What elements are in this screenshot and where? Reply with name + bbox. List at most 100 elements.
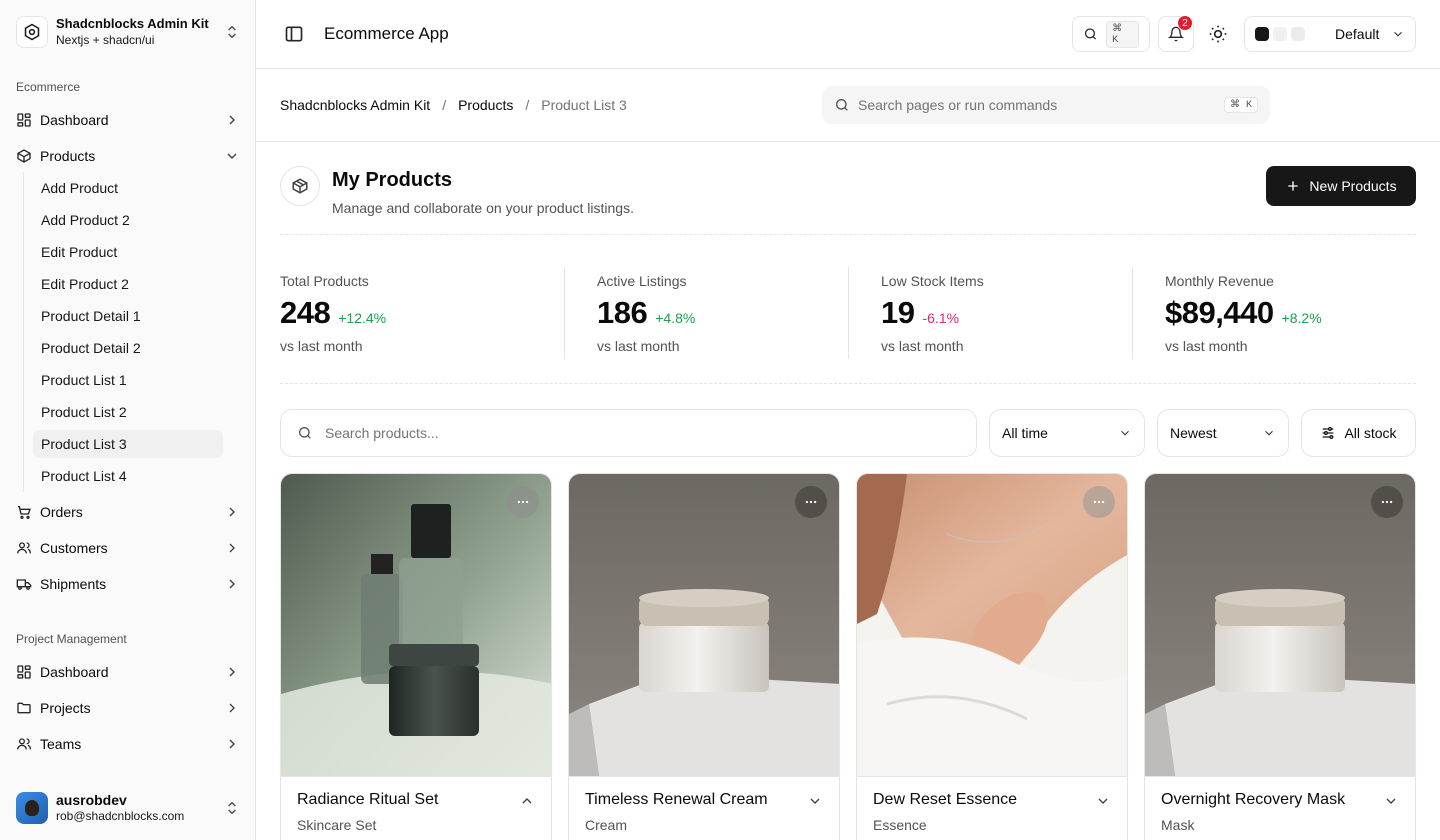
stat-change: -6.1% [922, 310, 960, 326]
sidebar-item-label: Teams [40, 736, 82, 752]
sidebar-item-shipments[interactable]: Shipments [8, 568, 248, 600]
group-label-ecommerce: Ecommerce [16, 80, 81, 94]
time-filter-value: All time [1002, 425, 1048, 441]
brand-switcher[interactable]: Shadcnblocks Admin Kit Nextjs + shadcn/u… [8, 8, 248, 56]
submenu-guide [23, 172, 24, 492]
breadcrumb-products[interactable]: Products [458, 97, 513, 113]
sidebar-subitem-add-product[interactable]: Add Product [33, 174, 223, 202]
stat-value: 248 [280, 295, 331, 330]
sidebar-item-teams[interactable]: Teams [8, 728, 248, 760]
theme-select[interactable]: Default [1244, 16, 1416, 52]
search-icon [1084, 28, 1097, 40]
app-title: Ecommerce App [324, 24, 449, 43]
dashboard-icon [17, 113, 31, 127]
new-products-button[interactable]: New Products [1266, 166, 1416, 206]
command-search-input[interactable]: Search pages or run commands ⌘ K [822, 86, 1270, 124]
stock-filter-button[interactable]: All stock [1301, 409, 1416, 457]
search-button[interactable]: ⌘ K [1072, 16, 1150, 52]
chevron-right-icon [229, 703, 235, 713]
sidebar-subitem-edit-product-2[interactable]: Edit Product 2 [33, 270, 223, 298]
sidebar-subitem-product-detail-1[interactable]: Product Detail 1 [33, 302, 223, 330]
product-card[interactable]: Overnight Recovery Mask Mask [1144, 473, 1416, 840]
more-options-button[interactable] [1371, 486, 1403, 518]
breadcrumb-root[interactable]: Shadcnblocks Admin Kit [280, 97, 430, 113]
stat-change: +4.8% [655, 310, 696, 326]
product-image [569, 474, 839, 776]
sidebar-toggle-icon[interactable] [284, 24, 304, 44]
time-filter-select[interactable]: All time [989, 409, 1145, 457]
more-options-button[interactable] [507, 486, 539, 518]
stat-value: 186 [597, 295, 648, 330]
sidebar-subitem-add-product-2[interactable]: Add Product 2 [33, 206, 223, 234]
chevron-down-icon[interactable] [807, 793, 823, 809]
chevron-right-icon [229, 115, 235, 125]
product-category: Essence [873, 817, 927, 833]
more-horizontal-icon [517, 500, 529, 504]
stat-foot: vs last month [597, 338, 680, 354]
sidebar-subitem-product-list-3[interactable]: Product List 3 [33, 430, 223, 458]
sidebar-subitem-product-list-2[interactable]: Product List 2 [33, 398, 223, 426]
sidebar: Shadcnblocks Admin Kit Nextjs + shadcn/u… [0, 0, 256, 840]
theme-swatch [1291, 27, 1305, 41]
sidebar-subitem-edit-product[interactable]: Edit Product [33, 238, 223, 266]
sidebar-subitem-product-list-4[interactable]: Product List 4 [33, 462, 223, 490]
sidebar-item-orders[interactable]: Orders [8, 496, 248, 528]
user-menu[interactable]: ausrobdev rob@shadcnblocks.com [8, 788, 248, 828]
sidebar-item-dashboard[interactable]: Dashboard [8, 104, 248, 136]
more-horizontal-icon [1093, 500, 1105, 504]
sun-icon[interactable] [1208, 24, 1228, 44]
sidebar-item-products[interactable]: Products [8, 140, 248, 172]
chevrons-up-down-icon [228, 25, 236, 39]
stat-change: +12.4% [338, 310, 387, 326]
stat-label: Total Products [280, 273, 369, 289]
sidebar-item-customers[interactable]: Customers [8, 532, 248, 564]
product-card[interactable]: Timeless Renewal Cream Cream [568, 473, 840, 840]
theme-label: Default [1335, 26, 1380, 42]
sliders-icon [1323, 427, 1334, 439]
chevron-right-icon [229, 579, 235, 589]
user-name: ausrobdev [56, 792, 127, 808]
product-image [857, 474, 1127, 776]
stat-label: Monthly Revenue [1165, 273, 1274, 289]
chevron-down-icon [1265, 430, 1273, 436]
sidebar-item-pm-dashboard[interactable]: Dashboard [8, 656, 248, 688]
sidebar-item-projects[interactable]: Projects [8, 692, 248, 724]
chevron-up-icon[interactable] [519, 793, 535, 809]
product-name: Dew Reset Essence [873, 791, 1018, 808]
sidebar-item-label: Orders [40, 504, 83, 520]
sort-value: Newest [1170, 425, 1217, 441]
users-icon [17, 738, 31, 750]
chevron-down-icon[interactable] [1095, 793, 1111, 809]
product-card[interactable]: Radiance Ritual Set Skincare Set [280, 473, 552, 840]
search-icon [299, 427, 311, 439]
more-options-button[interactable] [795, 486, 827, 518]
box-icon [17, 149, 31, 163]
product-name: Timeless Renewal Cream [585, 791, 768, 808]
topbar: Ecommerce App ⌘ K 2 Default [256, 0, 1440, 69]
breadcrumb-bar: Shadcnblocks Admin Kit / Products / Prod… [256, 69, 1440, 142]
product-card-body: Timeless Renewal Cream Cream [569, 776, 839, 833]
product-card-body: Radiance Ritual Set Skincare Set [281, 776, 551, 833]
stat-label: Active Listings [597, 273, 687, 289]
more-horizontal-icon [805, 500, 817, 504]
sort-select[interactable]: Newest [1157, 409, 1289, 457]
sidebar-subitem-product-detail-2[interactable]: Product Detail 2 [33, 334, 223, 362]
product-card-body: Dew Reset Essence Essence [857, 776, 1127, 833]
sidebar-subitem-product-list-1[interactable]: Product List 1 [33, 366, 223, 394]
chevron-right-icon [229, 667, 235, 677]
product-search-input[interactable]: Search products... [280, 409, 977, 457]
product-card[interactable]: Dew Reset Essence Essence [856, 473, 1128, 840]
divider [564, 267, 565, 359]
divider [280, 234, 1416, 235]
stat-value: 19 [881, 295, 915, 330]
divider [848, 267, 849, 359]
product-category: Skincare Set [297, 817, 377, 833]
chevron-down-icon [1121, 430, 1129, 436]
breadcrumb-separator: / [442, 97, 447, 113]
product-name: Radiance Ritual Set [297, 791, 439, 808]
dashboard-icon [17, 665, 31, 679]
page-title: My Products [332, 169, 453, 191]
chevron-down-icon[interactable] [1383, 793, 1399, 809]
shortcut-hint: ⌘ K [1223, 97, 1258, 113]
more-options-button[interactable] [1083, 486, 1115, 518]
